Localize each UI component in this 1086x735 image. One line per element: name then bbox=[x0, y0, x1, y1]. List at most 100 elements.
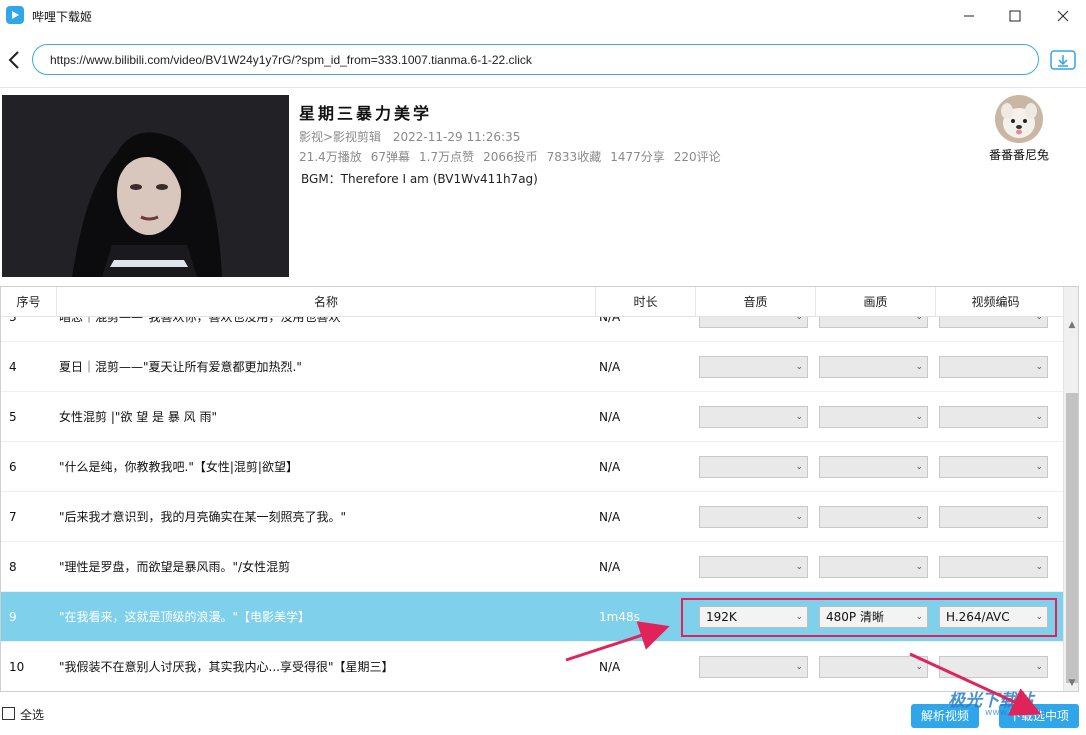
footer-bar: 全选 解析视频 下载选中项 bbox=[0, 694, 1086, 735]
scroll-down-icon[interactable]: ▼ bbox=[1064, 675, 1078, 691]
chevron-down-icon: ⌄ bbox=[795, 512, 803, 522]
minimize-button[interactable] bbox=[946, 0, 992, 32]
video-codec-select[interactable]: ⌄ bbox=[939, 356, 1048, 378]
chevron-down-icon: ⌄ bbox=[915, 662, 923, 672]
video-quality-select[interactable]: ⌄ bbox=[819, 506, 928, 528]
table-row[interactable]: 8 "理性是罗盘，而欲望是暴风雨。"/女性混剪 N/A ⌄ ⌄ ⌄ bbox=[1, 542, 1063, 592]
row-title: 夏日｜混剪——"夏天让所有爱意都更加热烈." bbox=[59, 360, 302, 374]
stat-likes: 1.7万点赞 bbox=[419, 150, 475, 164]
chevron-down-icon: ⌄ bbox=[1035, 362, 1043, 372]
video-meta: 影视>影视剪辑 2022-11-29 11:26:35 bbox=[299, 128, 520, 145]
audio-quality-select[interactable]: ⌄ bbox=[699, 656, 808, 678]
table-row[interactable]: 10 "我假装不在意别人讨厌我，其实我内心...享受得很"【星期三】 N/A ⌄ ⌄ ⌄ bbox=[1, 642, 1063, 691]
annotation-highlight-box bbox=[681, 598, 1057, 637]
col-codec-header: 视频编码 bbox=[935, 287, 1055, 317]
row-index: 6 bbox=[9, 460, 17, 474]
app-logo-icon bbox=[6, 6, 24, 24]
stat-favorites: 7833收藏 bbox=[546, 150, 602, 164]
chevron-down-icon: ⌄ bbox=[915, 512, 923, 522]
chevron-down-icon: ⌄ bbox=[1035, 662, 1043, 672]
audio-quality-select[interactable]: ⌄ bbox=[699, 356, 808, 378]
table-row[interactable]: 6 "什么是纯，你教教我吧."【女性|混剪|欲望】 N/A ⌄ ⌄ ⌄ bbox=[1, 442, 1063, 492]
video-title: 星期三暴力美学 bbox=[299, 104, 433, 123]
chevron-down-icon: ⌄ bbox=[795, 362, 803, 372]
video-thumbnail bbox=[2, 95, 289, 277]
video-codec-select[interactable]: ⌄ bbox=[939, 656, 1048, 678]
chevron-down-icon: ⌄ bbox=[795, 662, 803, 672]
back-button[interactable] bbox=[4, 48, 24, 72]
row-duration: 1m48s bbox=[599, 610, 640, 624]
select-all-checkbox[interactable] bbox=[2, 707, 15, 720]
url-input[interactable] bbox=[32, 44, 1039, 75]
col-index-header: 序号 bbox=[16, 295, 41, 309]
table-row[interactable]: 4 夏日｜混剪——"夏天让所有爱意都更加热烈." N/A ⌄ ⌄ ⌄ bbox=[1, 342, 1063, 392]
stat-danmaku: 67弹幕 bbox=[370, 150, 411, 164]
row-title: "我假装不在意别人讨厌我，其实我内心...享受得很"【星期三】 bbox=[59, 660, 394, 674]
row-duration: N/A bbox=[599, 460, 621, 474]
table-header: 序号 名称 时长 音质 画质 视频编码 bbox=[1, 287, 1063, 317]
uploader-avatar[interactable] bbox=[995, 95, 1043, 143]
chevron-down-icon: ⌄ bbox=[1035, 562, 1043, 572]
download-list-button[interactable] bbox=[1050, 48, 1076, 72]
video-quality-select[interactable]: ⌄ bbox=[819, 456, 928, 478]
row-title: "在我看来，这就是顶级的浪漫。"【电影美学】 bbox=[59, 610, 311, 624]
close-icon bbox=[1057, 10, 1069, 22]
watermark-url: www.xz7.com bbox=[985, 708, 1047, 718]
row-index: 9 bbox=[9, 610, 17, 624]
video-stats: 21.4万播放 67弹幕 1.7万点赞 2066投币 7833收藏 1477分享 220评论 bbox=[299, 148, 730, 165]
video-codec-select[interactable]: ⌄ bbox=[939, 406, 1048, 428]
audio-quality-select[interactable]: ⌄ bbox=[699, 506, 808, 528]
scroll-up-icon[interactable]: ▲ bbox=[1064, 317, 1078, 333]
chevron-down-icon: ⌄ bbox=[1035, 512, 1043, 522]
stat-comments: 220评论 bbox=[673, 150, 721, 164]
video-codec-select[interactable]: ⌄ bbox=[939, 556, 1048, 578]
row-title: "理性是罗盘，而欲望是暴风雨。"/女性混剪 bbox=[59, 560, 291, 574]
table-row[interactable]: 5 女性混剪 |"欲 望 是 暴 风 雨" N/A ⌄ ⌄ ⌄ bbox=[1, 392, 1063, 442]
audio-quality-select[interactable]: ⌄ bbox=[699, 556, 808, 578]
row-index: 3 bbox=[9, 317, 17, 324]
chevron-down-icon: ⌄ bbox=[795, 412, 803, 422]
video-quality-select[interactable]: ⌄ bbox=[819, 656, 928, 678]
audio-quality-select[interactable]: ⌄ bbox=[699, 317, 808, 328]
row-index: 8 bbox=[9, 560, 17, 574]
chevron-down-icon: ⌄ bbox=[915, 412, 923, 422]
row-duration: N/A bbox=[599, 560, 621, 574]
row-index: 4 bbox=[9, 360, 17, 374]
video-codec-select[interactable]: ⌄ bbox=[939, 317, 1048, 328]
row-index: 5 bbox=[9, 410, 17, 424]
chevron-down-icon: ⌄ bbox=[1035, 412, 1043, 422]
chevron-down-icon: ⌄ bbox=[795, 462, 803, 472]
scrollbar-thumb[interactable] bbox=[1066, 393, 1078, 683]
select-all-label[interactable]: 全选 bbox=[20, 706, 44, 723]
row-index: 7 bbox=[9, 510, 17, 524]
video-codec-select[interactable]: ⌄ bbox=[939, 506, 1048, 528]
video-quality-select[interactable]: ⌄ bbox=[819, 317, 928, 328]
video-date: 2022-11-29 11:26:35 bbox=[392, 130, 521, 144]
stat-shares: 1477分享 bbox=[610, 150, 665, 164]
chevron-down-icon: ⌄ bbox=[915, 462, 923, 472]
video-codec-select[interactable]: ⌄ bbox=[939, 456, 1048, 478]
video-bgm: BGM：Therefore I am (BV1Wv411h7ag) bbox=[301, 172, 538, 186]
app-title: 哔哩下载姬 bbox=[32, 10, 93, 24]
col-quality-header: 画质 bbox=[815, 287, 935, 317]
row-duration: N/A bbox=[599, 410, 621, 424]
video-quality-select[interactable]: ⌄ bbox=[819, 356, 928, 378]
chevron-down-icon: ⌄ bbox=[1035, 317, 1043, 322]
title-bar: 哔哩下载姬 bbox=[0, 0, 1086, 32]
col-duration-header: 时长 bbox=[595, 287, 695, 317]
video-quality-select[interactable]: ⌄ bbox=[819, 406, 928, 428]
row-duration: N/A bbox=[599, 360, 621, 374]
chevron-down-icon: ⌄ bbox=[915, 317, 923, 322]
col-audio-header: 音质 bbox=[695, 287, 815, 317]
table-scrollbar[interactable]: ▲ ▼ bbox=[1063, 287, 1078, 691]
maximize-button[interactable] bbox=[992, 0, 1038, 32]
row-title: 女性混剪 |"欲 望 是 暴 风 雨" bbox=[59, 410, 217, 424]
audio-quality-select[interactable]: ⌄ bbox=[699, 406, 808, 428]
close-button[interactable] bbox=[1040, 0, 1086, 32]
table-row[interactable]: 3 暗恋｜混剪——"我喜欢你，喜欢也没用，没用也喜欢" N/A ⌄ ⌄ ⌄ bbox=[1, 317, 1063, 342]
uploader-name[interactable]: 番番番尼兔 bbox=[982, 146, 1056, 163]
audio-quality-select[interactable]: ⌄ bbox=[699, 456, 808, 478]
video-quality-select[interactable]: ⌄ bbox=[819, 556, 928, 578]
table-row[interactable]: 7 "后来我才意识到，我的月亮确实在某一刻照亮了我。" N/A ⌄ ⌄ ⌄ bbox=[1, 492, 1063, 542]
row-title: "后来我才意识到，我的月亮确实在某一刻照亮了我。" bbox=[59, 510, 347, 524]
